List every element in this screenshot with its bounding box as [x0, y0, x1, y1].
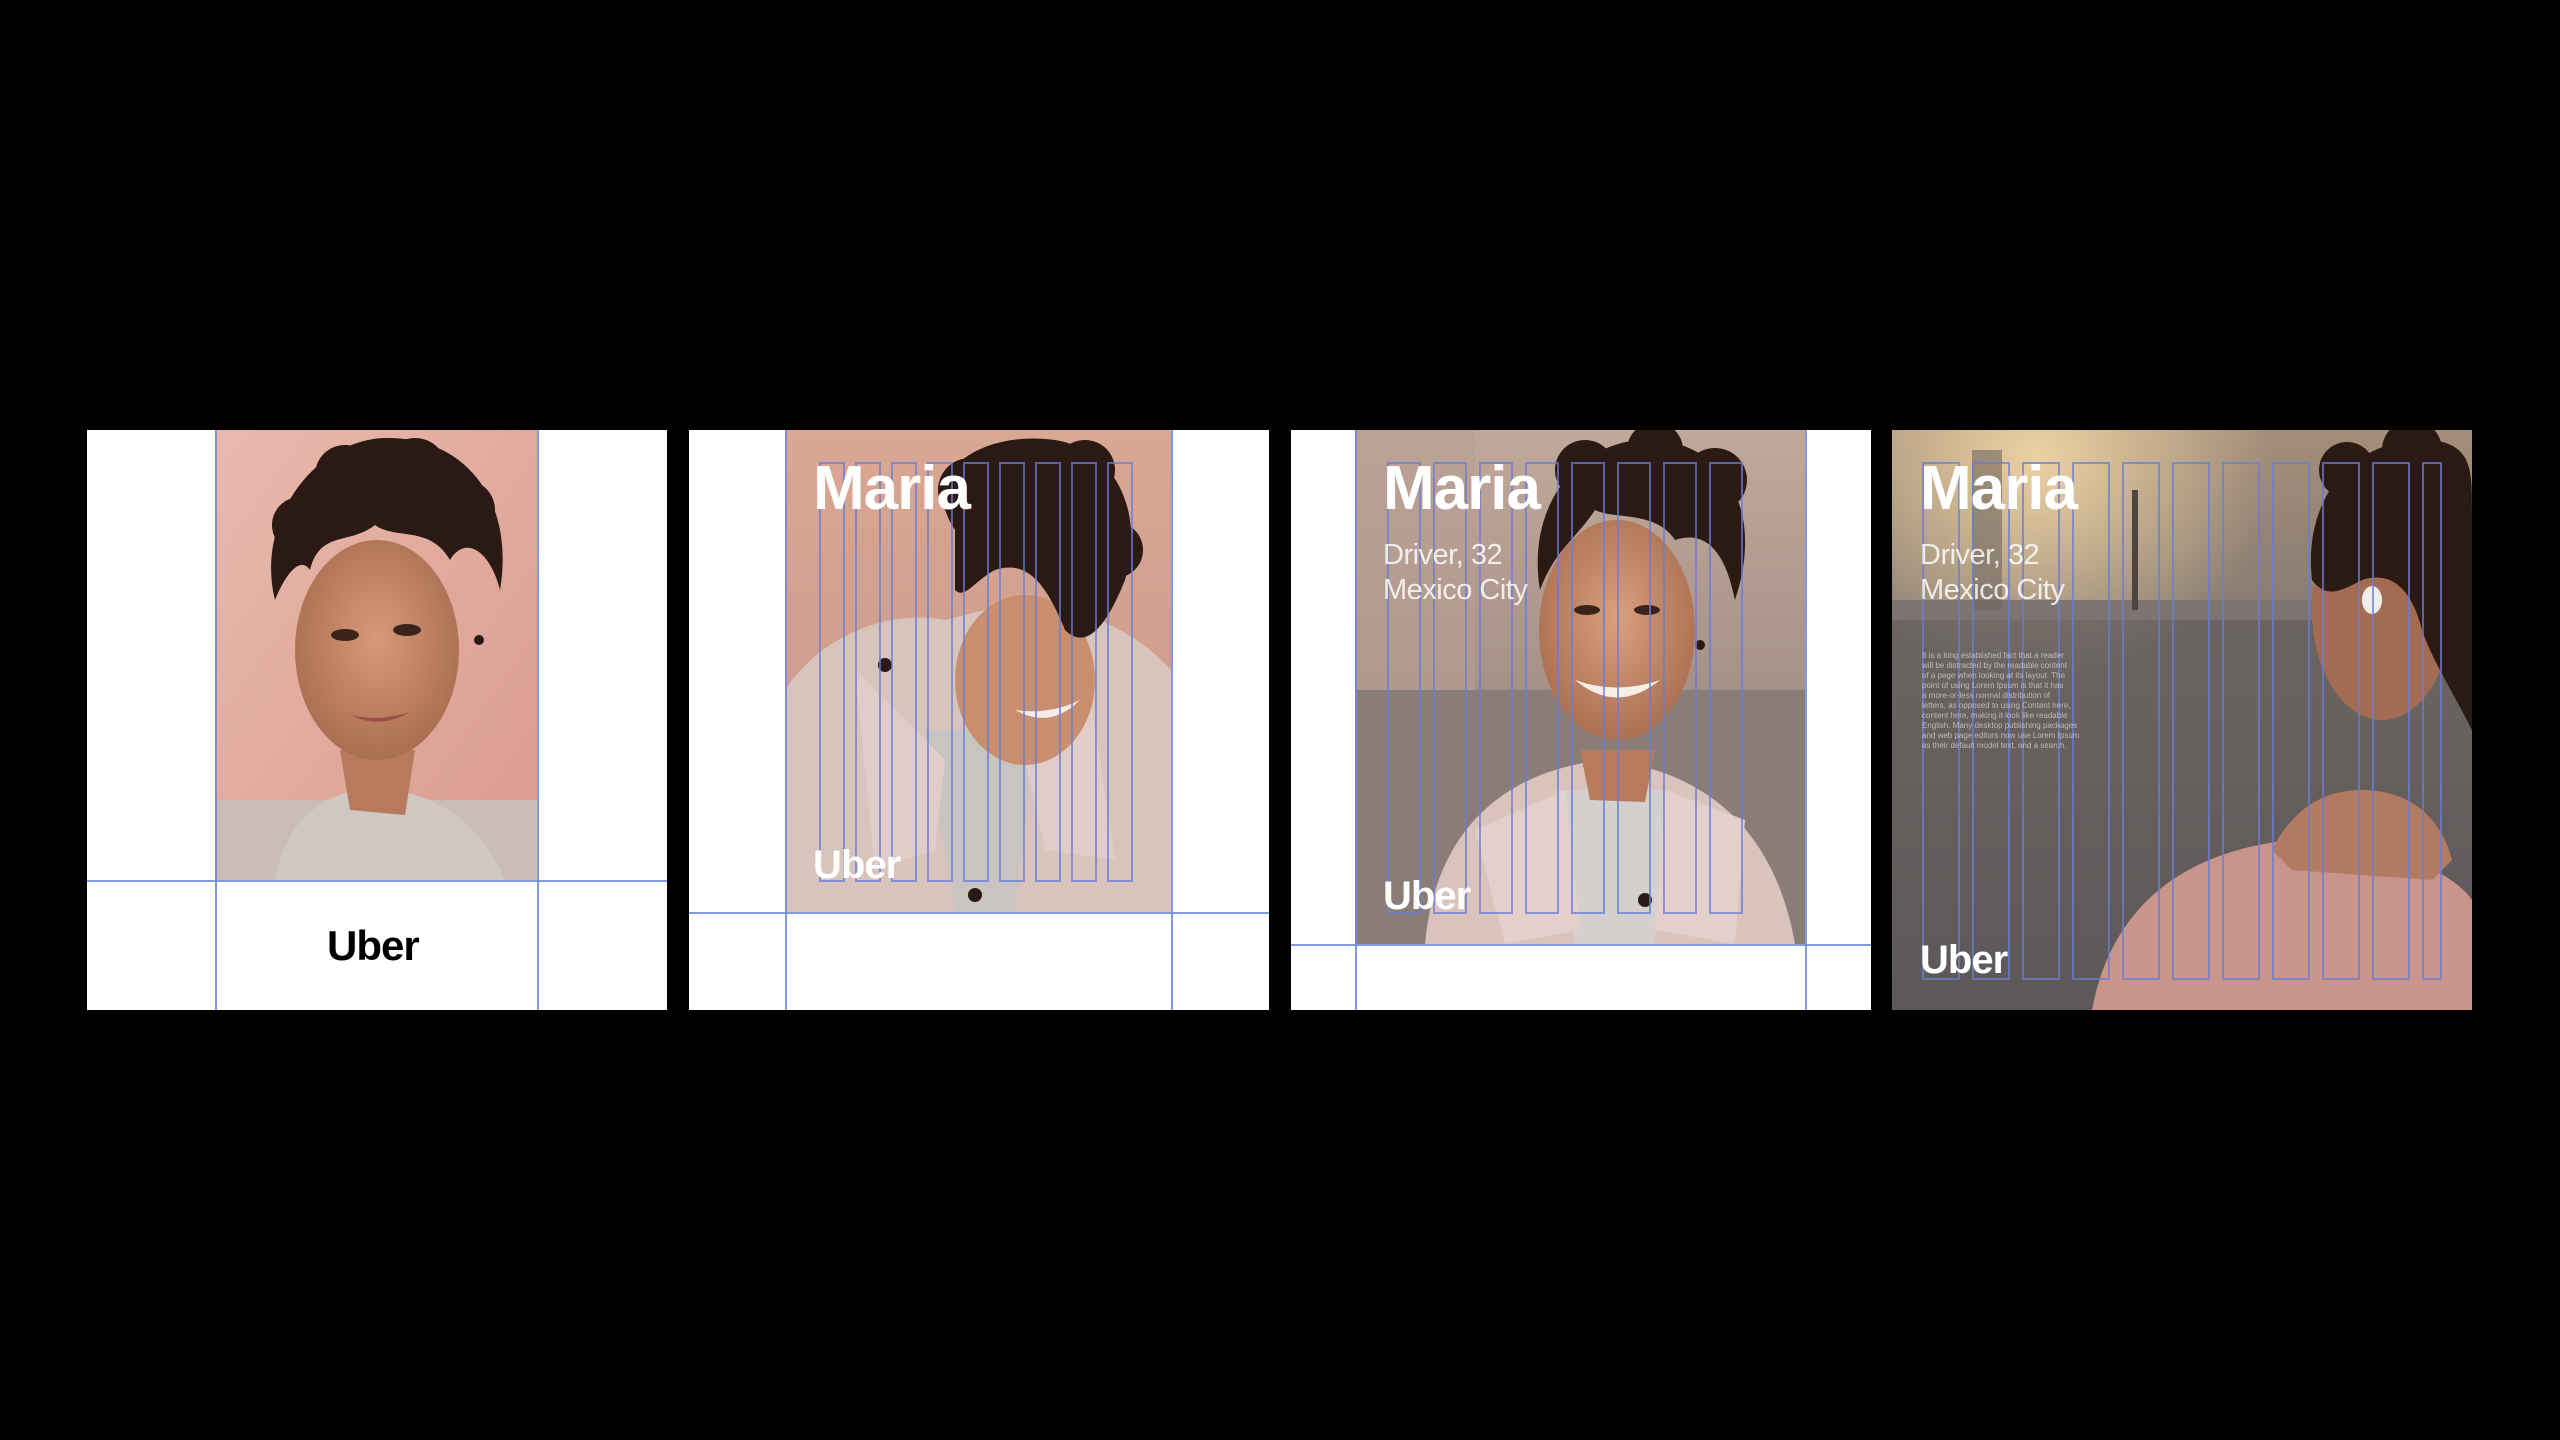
- body-copy-line: and web page editors now use Lorem Ipsum: [1922, 731, 2080, 740]
- grid-column: [1107, 462, 1133, 882]
- name-heading: Maria: [813, 454, 971, 523]
- body-copy-line: will be distracted by the readable conte…: [1922, 661, 2067, 670]
- guide-vertical: [1171, 430, 1173, 1010]
- body-copy-line: English. Many desktop publishing package…: [1922, 721, 2078, 730]
- grid-column: [1617, 462, 1651, 914]
- guide-vertical: [785, 430, 787, 1010]
- name-heading: Maria: [1383, 454, 1541, 523]
- grid-column: [819, 462, 845, 882]
- grid-column: [891, 462, 917, 882]
- guide-horizontal: [87, 880, 667, 882]
- grid-column: [999, 462, 1025, 882]
- role-age-text: Driver, 32: [1383, 539, 1503, 571]
- guide-vertical: [215, 430, 217, 1010]
- body-copy-line: content here, making it look like readab…: [1922, 711, 2068, 720]
- city-text: Mexico City: [1383, 574, 1528, 606]
- uber-logo: Uber: [813, 843, 901, 887]
- grid-column: [855, 462, 881, 882]
- body-copy-line: letters, as opposed to using Content her…: [1922, 701, 2071, 710]
- body-copy-line: a more-or-less normal distribution of: [1922, 691, 2051, 700]
- layout-panel-3: Maria Driver, 32 Mexico City Uber: [1291, 430, 1871, 1010]
- role-age-text: Driver, 32: [1920, 539, 2040, 571]
- grid-column: [927, 462, 953, 882]
- guide-horizontal: [689, 912, 1269, 914]
- layout-panel-1: Uber: [87, 430, 667, 1010]
- grid-column: [2222, 462, 2260, 980]
- grid-column: [2122, 462, 2160, 980]
- body-copy-line: It is a long established fact that a rea…: [1922, 651, 2064, 660]
- guide-horizontal: [1291, 944, 1871, 946]
- body-copy: It is a long established fact that a rea…: [1922, 651, 2082, 751]
- layout-panel-2: Maria Uber: [689, 430, 1269, 1010]
- uber-logo: Uber: [327, 922, 420, 969]
- uber-logo: Uber: [1383, 874, 1471, 918]
- grid-column: [2422, 462, 2442, 980]
- grid-column: [2272, 462, 2310, 980]
- grid-column: [2172, 462, 2210, 980]
- guide-vertical: [1355, 430, 1357, 1010]
- grid-column: [2372, 462, 2410, 980]
- uber-logo: Uber: [1920, 938, 2008, 982]
- grid-column: [1071, 462, 1097, 882]
- grid-column: [1525, 462, 1559, 914]
- grid-column: [1433, 462, 1467, 914]
- layout-panel-4: Maria Driver, 32 Mexico City It is a lon…: [1892, 430, 2472, 1010]
- body-copy-line: of a page when looking at its layout. Th…: [1922, 671, 2066, 680]
- grid-column: [963, 462, 989, 882]
- guide-vertical: [537, 430, 539, 1010]
- body-copy-line: point of using Lorem Ipsum is that it ha…: [1922, 681, 2064, 690]
- body-copy-line: as their default model text, and a searc…: [1922, 741, 2067, 750]
- grid-column: [1387, 462, 1421, 914]
- grid-column: [1035, 462, 1061, 882]
- grid-column: [1571, 462, 1605, 914]
- name-heading: Maria: [1920, 454, 2078, 523]
- portrait-photo-1: [215, 430, 537, 880]
- grid-column: [1663, 462, 1697, 914]
- grid-column: [1709, 462, 1743, 914]
- city-text: Mexico City: [1920, 574, 2065, 606]
- grid-column: [2322, 462, 2360, 980]
- grid-column: [1479, 462, 1513, 914]
- guide-vertical: [1805, 430, 1807, 1010]
